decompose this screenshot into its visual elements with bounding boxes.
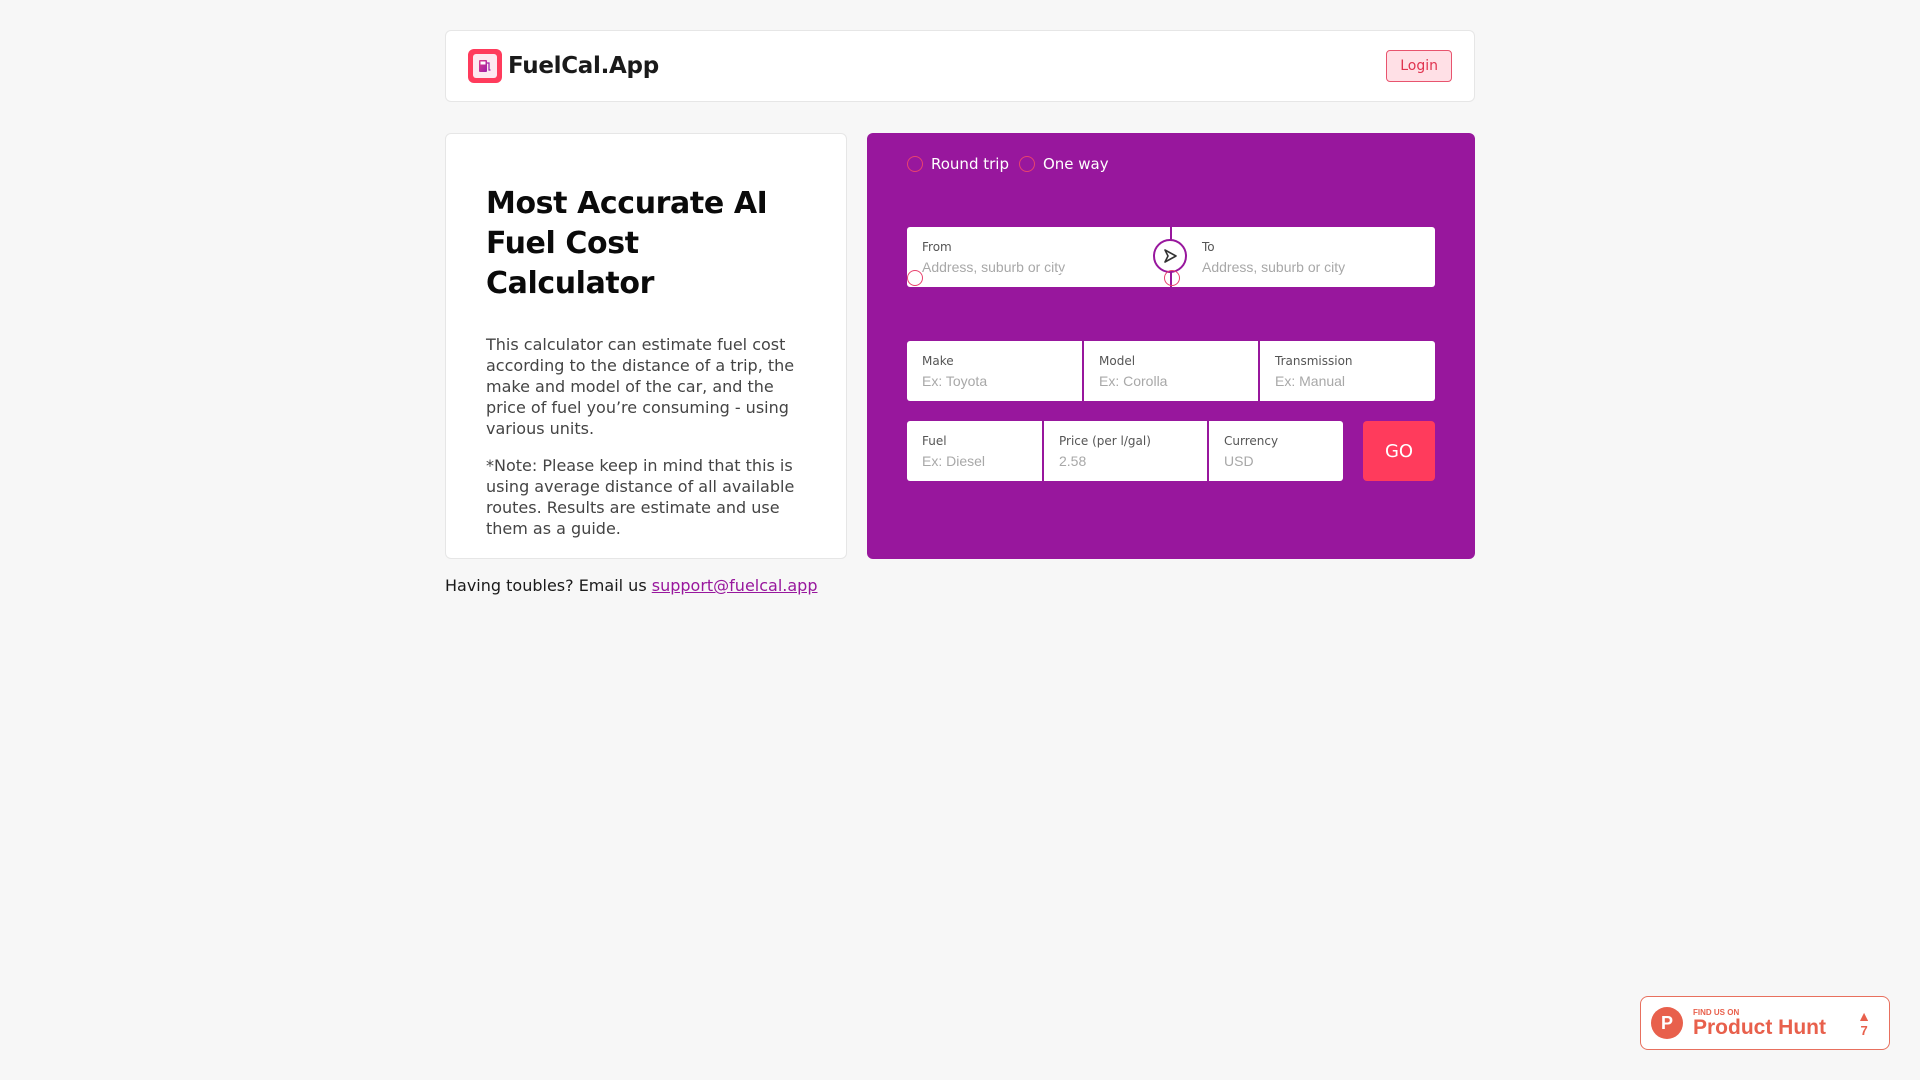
currency-input[interactable]: [1224, 452, 1328, 469]
upvote-count: ▲ 7: [1857, 1009, 1871, 1038]
trip-type-options: Round trip One way: [907, 155, 1119, 173]
radio-circle-icon[interactable]: [1018, 156, 1035, 172]
transmission-label: Transmission: [1275, 353, 1353, 368]
radio-circle-icon[interactable]: [907, 270, 923, 286]
fuel-field[interactable]: Fuel: [907, 421, 1042, 481]
description: This calculator can estimate fuel cost a…: [486, 335, 795, 438]
vote-count: 7: [1860, 1022, 1868, 1038]
radio-circle-icon[interactable]: [1163, 270, 1180, 286]
fuel-pump-icon: [468, 49, 502, 83]
login-button[interactable]: Login: [1386, 50, 1452, 82]
radio-label: Round trip: [931, 155, 1009, 173]
price-input[interactable]: [1059, 452, 1192, 469]
title-line-1: Most Accurate AI: [486, 186, 768, 221]
fuel-fields: Fuel Price (per l/gal) Currency: [907, 421, 1343, 481]
radio-label: Imperial units (miles, gallons): [931, 269, 1154, 287]
title-line-2: Fuel Cost Calculator: [486, 226, 654, 301]
price-field[interactable]: Price (per l/gal): [1044, 421, 1207, 481]
fuel-input[interactable]: [922, 452, 1027, 469]
fuel-label: Fuel: [922, 433, 947, 448]
model-field[interactable]: Model: [1084, 341, 1258, 401]
price-label: Price (per l/gal): [1059, 433, 1151, 448]
radio-one-way[interactable]: One way: [1018, 155, 1109, 173]
page-title: Most Accurate AI Fuel Cost Calculator: [486, 184, 806, 304]
radio-circle-icon[interactable]: [907, 156, 923, 172]
radio-label: Metric units (km, liters): [1187, 269, 1363, 287]
make-input[interactable]: [922, 372, 1067, 389]
upvote-triangle-icon: ▲: [1857, 1007, 1871, 1024]
radio-label: One way: [1042, 155, 1109, 173]
info-card: Most Accurate AI Fuel Cost Calculator Th…: [445, 133, 847, 559]
unit-options: Imperial units (miles, gallons) Metric u…: [907, 269, 1373, 287]
currency-label: Currency: [1224, 433, 1279, 448]
radio-imperial[interactable]: Imperial units (miles, gallons): [907, 269, 1154, 287]
transmission-input[interactable]: [1275, 372, 1420, 389]
product-hunt-badge[interactable]: P FIND US ON Product Hunt ▲ 7: [1640, 996, 1890, 1050]
help-label: Having toubles? Email us: [445, 576, 652, 595]
radio-round-trip[interactable]: Round trip: [907, 155, 1009, 173]
top-header: FuelCal.App Login: [445, 30, 1475, 102]
go-button[interactable]: GO: [1363, 421, 1435, 481]
transmission-field[interactable]: Transmission: [1260, 341, 1435, 401]
product-hunt-logo-icon: P: [1651, 1007, 1683, 1039]
note: *Note: Please keep in mind that this is …: [486, 456, 795, 538]
help-text: Having toubles? Email us support@fuelcal…: [445, 576, 817, 595]
brand[interactable]: FuelCal.App: [468, 49, 659, 83]
from-label: From: [922, 239, 952, 254]
vehicle-fields: Make Model Transmission: [907, 341, 1435, 401]
support-email-link[interactable]: support@fuelcal.app: [652, 576, 818, 595]
navigation-arrow-icon[interactable]: [1153, 239, 1187, 273]
make-field[interactable]: Make: [907, 341, 1082, 401]
radio-metric[interactable]: Metric units (km, liters): [1163, 269, 1363, 287]
model-input[interactable]: [1099, 372, 1243, 389]
currency-field[interactable]: Currency: [1209, 421, 1343, 481]
product-hunt-text: FIND US ON Product Hunt: [1693, 1008, 1826, 1039]
calculator-panel: Round trip One way From To Imperial unit…: [867, 133, 1475, 559]
brand-name: FuelCal.App: [508, 53, 659, 79]
ph-big-text: Product Hunt: [1693, 1015, 1826, 1039]
make-label: Make: [922, 353, 954, 368]
to-label: To: [1202, 239, 1215, 254]
model-label: Model: [1099, 353, 1136, 368]
